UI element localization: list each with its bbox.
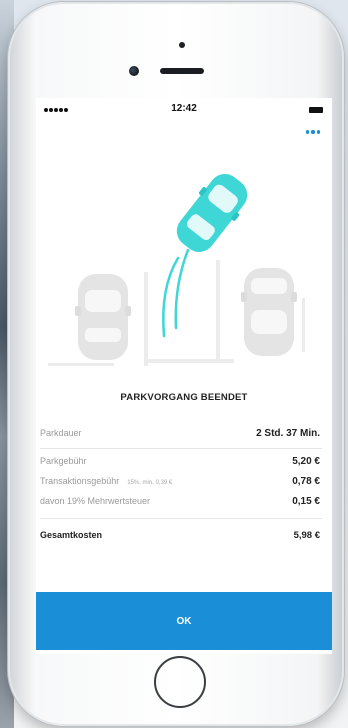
- divider: [40, 518, 322, 519]
- earpiece-speaker: [160, 68, 204, 74]
- transaction-fee-note: 15%, min. 0,39 €: [127, 480, 173, 486]
- divider: [40, 448, 322, 449]
- vat-label: davon 19% Mehrwertsteuer: [40, 496, 151, 506]
- vat-row: davon 19% Mehrwertsteuer 0,15 €: [40, 496, 320, 507]
- status-time: 12:42: [171, 103, 197, 114]
- duration-value: 2 Std. 37 Min.: [256, 428, 320, 439]
- parking-fee-value: 5,20 €: [292, 456, 320, 467]
- more-options-button[interactable]: [305, 130, 320, 134]
- front-sensor: [179, 42, 185, 48]
- more-dot-icon: [305, 130, 309, 134]
- total-cost-row: Gesamtkosten 5,98 €: [40, 530, 320, 541]
- transaction-fee-value: 0,78 €: [292, 476, 320, 487]
- battery-icon: [309, 107, 323, 113]
- car-leaving-parking-spot-icon: [48, 174, 305, 366]
- app-screen: 12:42 PARKVORGANG BEENDET Parkdauer 2 St…: [36, 98, 332, 654]
- transaction-fee-row: Transaktionsgebühr 15%, min. 0,39 € 0,78 …: [40, 476, 320, 487]
- page-title: PARKVORGANG BEENDET: [120, 392, 248, 403]
- parking-fee-row: Parkgebühr 5,20 €: [40, 456, 320, 467]
- status-bar: 12:42: [36, 98, 332, 120]
- parked-car-right: [241, 268, 297, 356]
- front-camera: [129, 66, 139, 76]
- ok-button[interactable]: OK: [36, 592, 332, 650]
- phone-frame: 12:42 PARKVORGANG BEENDET Parkdauer 2 St…: [8, 2, 344, 726]
- total-label: Gesamtkosten: [40, 530, 103, 540]
- leaving-car: [176, 174, 248, 252]
- more-dot-icon: [316, 130, 320, 134]
- parking-fee-label: Parkgebühr: [40, 456, 87, 466]
- parked-car-left: [75, 274, 131, 360]
- home-button[interactable]: [154, 656, 206, 708]
- more-dot-icon: [311, 130, 315, 134]
- total-value: 5,98 €: [293, 530, 320, 541]
- vat-value: 0,15 €: [292, 496, 320, 507]
- parking-duration-row: Parkdauer 2 Std. 37 Min.: [40, 428, 320, 439]
- duration-label: Parkdauer: [40, 428, 82, 438]
- transaction-fee-label: Transaktionsgebühr: [40, 476, 120, 486]
